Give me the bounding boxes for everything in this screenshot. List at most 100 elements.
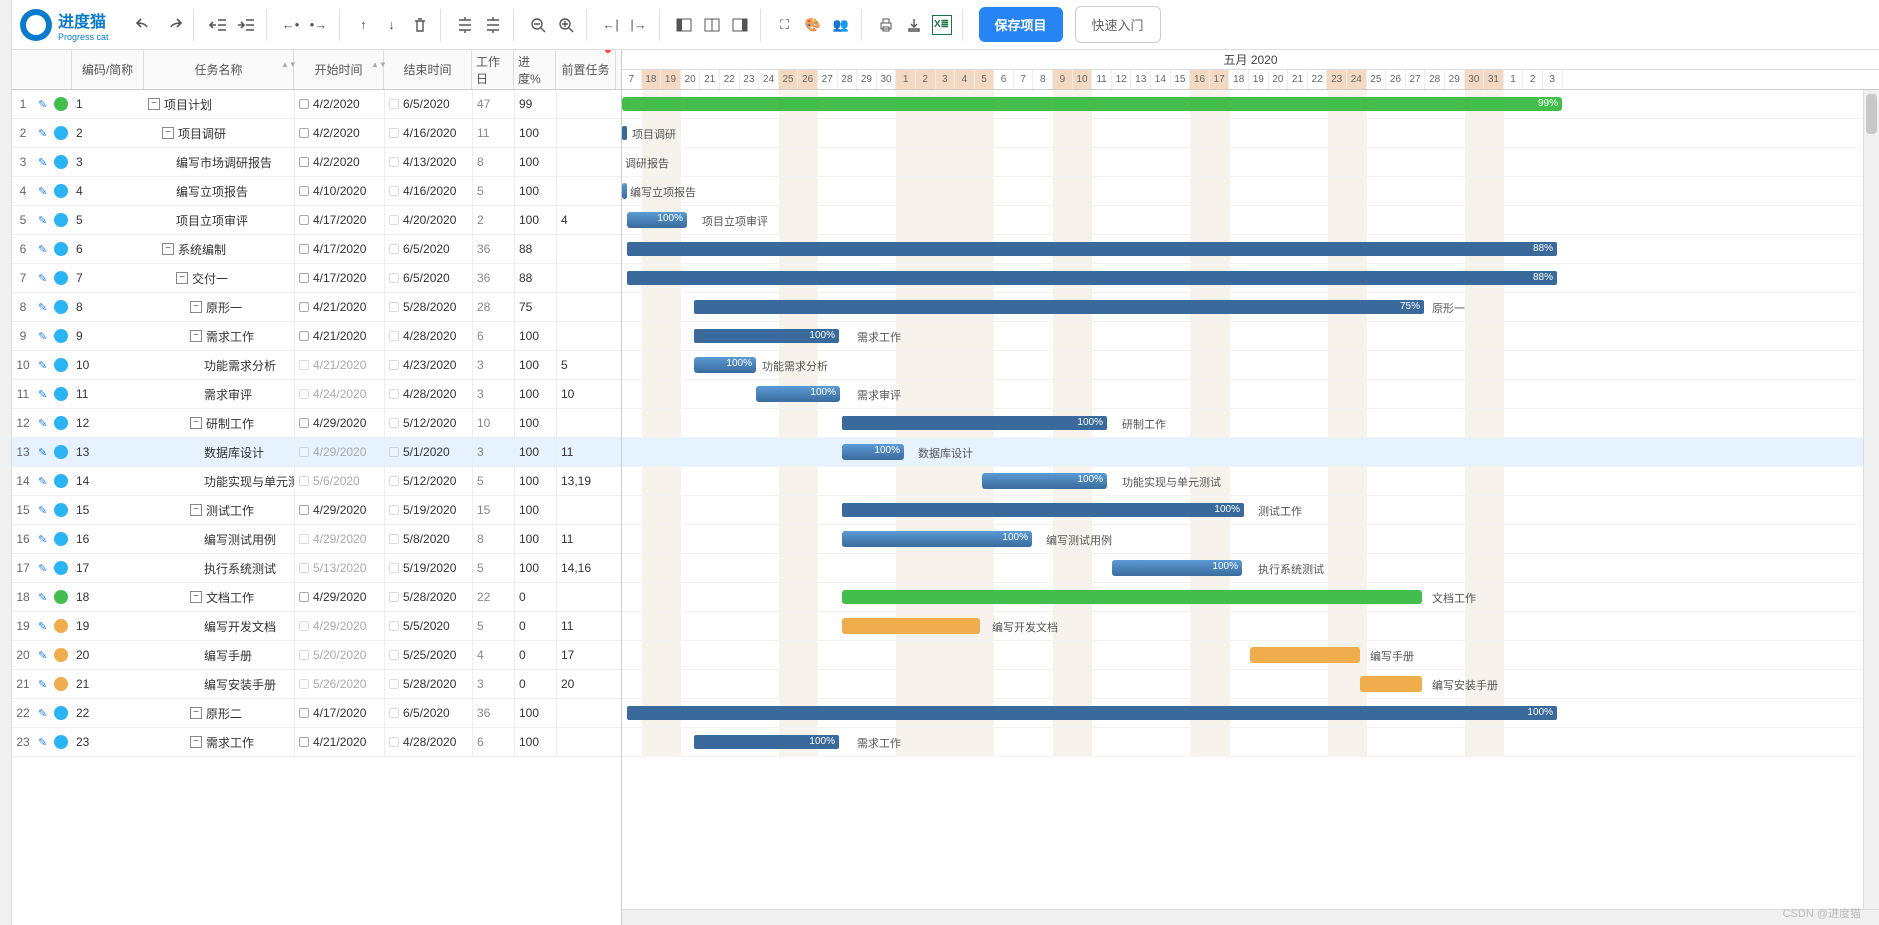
left-link-icon[interactable]: ←• [281,15,301,35]
outdent-icon[interactable] [208,15,228,35]
gantt-bar[interactable] [842,590,1422,604]
edit-icon[interactable]: ✎ [34,583,50,611]
task-row[interactable]: 20 ✎ 20 编写手册 5/20/2020 5/25/2020 4 0 17 [12,641,621,670]
sidebar-collapsed[interactable] [0,0,12,925]
gantt-row[interactable]: 100%需求工作 [622,322,1879,351]
task-id[interactable]: 13 [72,438,144,466]
edit-icon[interactable]: ✎ [34,380,50,408]
task-id[interactable]: 14 [72,467,144,495]
task-end[interactable]: 5/28/2020 [384,670,472,698]
task-id[interactable]: 6 [72,235,144,263]
task-predecessor[interactable] [556,583,616,611]
gantt-body[interactable]: 99%项目调研调研报告编写立项报告100%项目立项审评88%88%75%原形一1… [622,90,1879,925]
task-name[interactable]: −原形二 [144,699,294,727]
task-id[interactable]: 2 [72,119,144,147]
task-progress[interactable]: 100 [514,119,556,147]
task-start[interactable]: 4/21/2020 [294,351,384,379]
task-progress[interactable]: 99 [514,90,556,118]
task-name[interactable]: −项目计划 [144,90,294,118]
move-up-icon[interactable]: ↑ [354,15,374,35]
task-start[interactable]: 4/29/2020 [294,583,384,611]
gantt-row[interactable]: 100%数据库设计 [622,438,1879,467]
edit-icon[interactable]: ✎ [34,525,50,553]
edit-icon[interactable]: ✎ [34,235,50,263]
gantt-row[interactable]: 文档工作 [622,583,1879,612]
task-row[interactable]: 19 ✎ 19 编写开发文档 4/29/2020 5/5/2020 5 0 11 [12,612,621,641]
gantt-bar[interactable] [1360,676,1422,692]
gantt-bar[interactable]: 100% [694,329,839,343]
gantt-bar[interactable]: 100% [1112,560,1242,576]
task-start[interactable]: 4/29/2020 [294,612,384,640]
task-end[interactable]: 4/23/2020 [384,351,472,379]
task-start[interactable]: 5/26/2020 [294,670,384,698]
task-name[interactable]: 编写手册 [144,641,294,669]
tree-toggle-icon[interactable]: − [148,98,160,110]
task-name[interactable]: −需求工作 [144,728,294,756]
task-end[interactable]: 4/28/2020 [384,728,472,756]
gantt-row[interactable]: 99% [622,90,1879,119]
task-end[interactable]: 4/28/2020 [384,380,472,408]
task-row[interactable]: 16 ✎ 16 编写测试用例 4/29/2020 5/8/2020 8 100 … [12,525,621,554]
gantt-bar[interactable] [1250,647,1360,663]
task-start[interactable]: 4/2/2020 [294,90,384,118]
task-end[interactable]: 6/5/2020 [384,90,472,118]
tree-toggle-icon[interactable]: − [190,736,202,748]
edit-icon[interactable]: ✎ [34,670,50,698]
task-row[interactable]: 23 ✎ 23 −需求工作 4/21/2020 4/28/2020 6 100 [12,728,621,757]
task-progress[interactable]: 100 [514,554,556,582]
task-predecessor[interactable]: 10 [556,380,616,408]
gantt-bar[interactable] [622,126,627,140]
edit-icon[interactable]: ✎ [34,322,50,350]
task-name[interactable]: −系统编制 [144,235,294,263]
task-predecessor[interactable]: 13,19 [556,467,616,495]
task-start[interactable]: 4/29/2020 [294,525,384,553]
tree-toggle-icon[interactable]: − [190,417,202,429]
edit-icon[interactable]: ✎ [34,119,50,147]
task-name[interactable]: −交付一 [144,264,294,292]
task-start[interactable]: 4/2/2020 [294,148,384,176]
task-start[interactable]: 4/29/2020 [294,496,384,524]
gantt-bar[interactable]: 99% [622,97,1562,111]
task-name[interactable]: −研制工作 [144,409,294,437]
task-start[interactable]: 4/21/2020 [294,322,384,350]
task-id[interactable]: 1 [72,90,144,118]
task-predecessor[interactable] [556,90,616,118]
col-progress[interactable]: 进度% [514,50,556,89]
task-predecessor[interactable] [556,699,616,727]
task-row[interactable]: 9 ✎ 9 −需求工作 4/21/2020 4/28/2020 6 100 [12,322,621,351]
gantt-bar[interactable]: 88% [627,242,1557,256]
task-id[interactable]: 17 [72,554,144,582]
task-predecessor[interactable]: 17 [556,641,616,669]
task-predecessor[interactable] [556,409,616,437]
task-id[interactable]: 10 [72,351,144,379]
task-end[interactable]: 4/20/2020 [384,206,472,234]
task-row[interactable]: 1 ✎ 1 −项目计划 4/2/2020 6/5/2020 47 99 [12,90,621,119]
tree-toggle-icon[interactable]: − [162,127,174,139]
task-predecessor[interactable] [556,235,616,263]
task-name[interactable]: 编写测试用例 [144,525,294,553]
task-progress[interactable]: 100 [514,409,556,437]
task-progress[interactable]: 88 [514,264,556,292]
gantt-row[interactable]: 88% [622,264,1879,293]
task-end[interactable]: 5/19/2020 [384,496,472,524]
task-id[interactable]: 16 [72,525,144,553]
tree-toggle-icon[interactable]: − [190,504,202,516]
task-progress[interactable]: 100 [514,467,556,495]
redo-icon[interactable] [163,15,183,35]
gantt-bar[interactable] [622,183,627,199]
edit-icon[interactable]: ✎ [34,206,50,234]
task-name[interactable]: 功能实现与单元测试 [144,467,294,495]
task-start[interactable]: 4/24/2020 [294,380,384,408]
task-name[interactable]: 编写立项报告 [144,177,294,205]
task-row[interactable]: 7 ✎ 7 −交付一 4/17/2020 6/5/2020 36 88 [12,264,621,293]
task-end[interactable]: 5/12/2020 [384,467,472,495]
task-predecessor[interactable]: 4 [556,206,616,234]
tree-toggle-icon[interactable]: − [190,591,202,603]
task-end[interactable]: 5/5/2020 [384,612,472,640]
layout-split-icon[interactable] [702,15,722,35]
gantt-bar[interactable]: 100% [982,473,1107,489]
scroll-left-icon[interactable]: ←| [601,15,621,35]
task-start[interactable]: 4/17/2020 [294,235,384,263]
gantt-row[interactable]: 100%执行系统测试 [622,554,1879,583]
gantt-bar[interactable]: 75% [694,300,1424,314]
